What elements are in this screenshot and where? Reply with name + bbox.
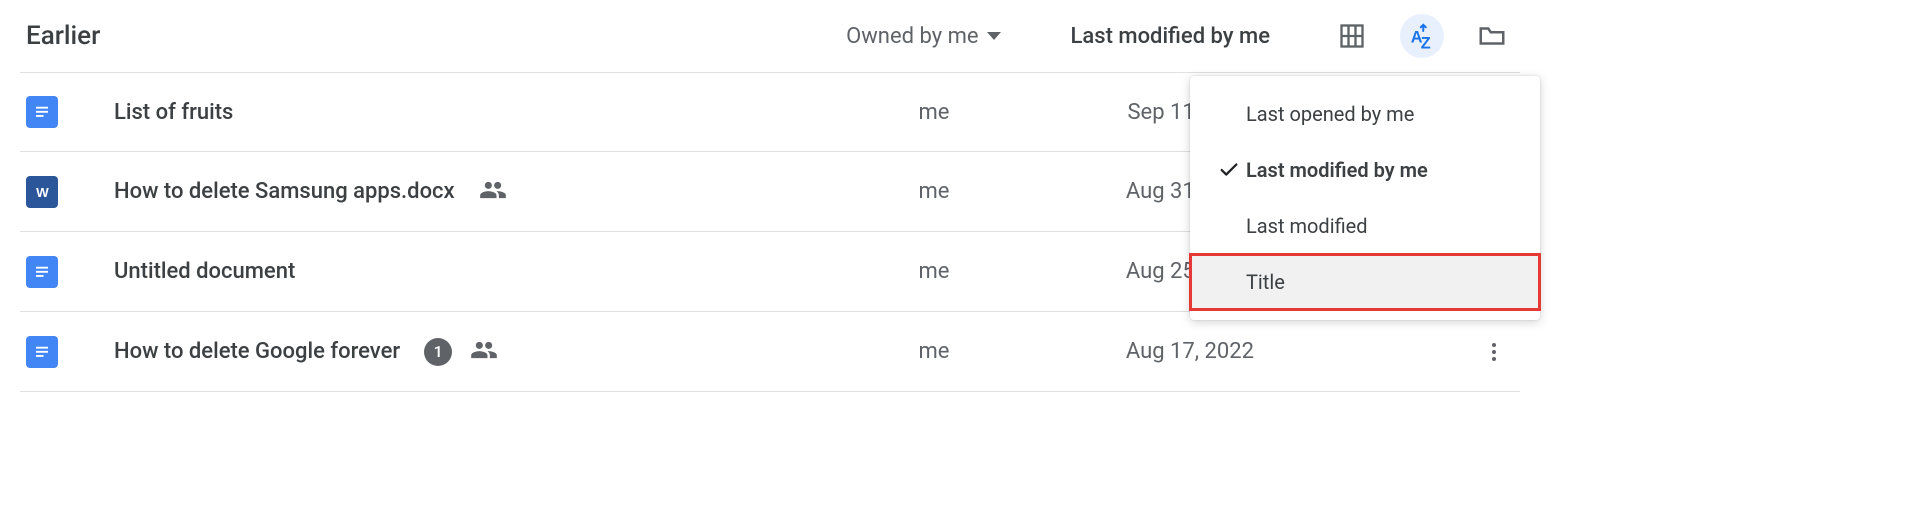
file-owner: me [834,100,1034,125]
file-owner: me [834,259,1034,284]
shared-icon [479,176,507,208]
check-icon [1212,159,1246,181]
docs-file-icon [26,336,58,368]
list-header: Earlier Owned by me Last modified by me … [20,0,1520,72]
more-actions-icon[interactable] [1474,332,1514,372]
caret-down-icon [987,32,1001,40]
svg-text:Z: Z [1421,35,1431,52]
file-name: How to delete Google forever [114,339,400,364]
owner-filter-label: Owned by me [846,24,978,49]
docs-file-icon [26,256,58,288]
sort-menu-item[interactable]: Last modified [1190,198,1540,254]
sort-menu-item-label: Last opened by me [1246,102,1414,126]
sort-menu-item[interactable]: Last opened by me [1190,86,1540,142]
docs-file-icon [26,96,58,128]
sort-options-icon[interactable]: A Z [1400,14,1444,58]
file-row[interactable]: How to delete Google forever 1 meAug 17, 2… [20,312,1520,392]
file-owner: me [834,339,1034,364]
sort-menu-item-label: Last modified [1246,214,1368,238]
word-file-icon: W [26,176,58,208]
svg-text:W: W [36,185,49,200]
file-name: List of fruits [114,100,233,125]
owner-filter-dropdown[interactable]: Owned by me [846,24,1000,49]
file-name: How to delete Samsung apps.docx [114,179,455,204]
sort-menu: Last opened by me Last modified by me Last… [1190,76,1540,320]
folder-icon[interactable] [1470,14,1514,58]
file-name: Untitled document [114,259,295,284]
sort-menu-item[interactable]: Title [1190,254,1540,310]
sort-menu-item-label: Last modified by me [1246,158,1428,182]
sort-column-header[interactable]: Last modified by me [1071,24,1270,49]
shared-icon [470,336,498,368]
file-modified-date: Aug 17, 2022 [1034,339,1254,364]
file-owner: me [834,179,1034,204]
grid-view-icon[interactable] [1330,14,1374,58]
section-title: Earlier [26,21,100,51]
comment-count-badge: 1 [424,338,452,366]
sort-menu-item-label: Title [1246,270,1285,294]
sort-menu-item[interactable]: Last modified by me [1190,142,1540,198]
